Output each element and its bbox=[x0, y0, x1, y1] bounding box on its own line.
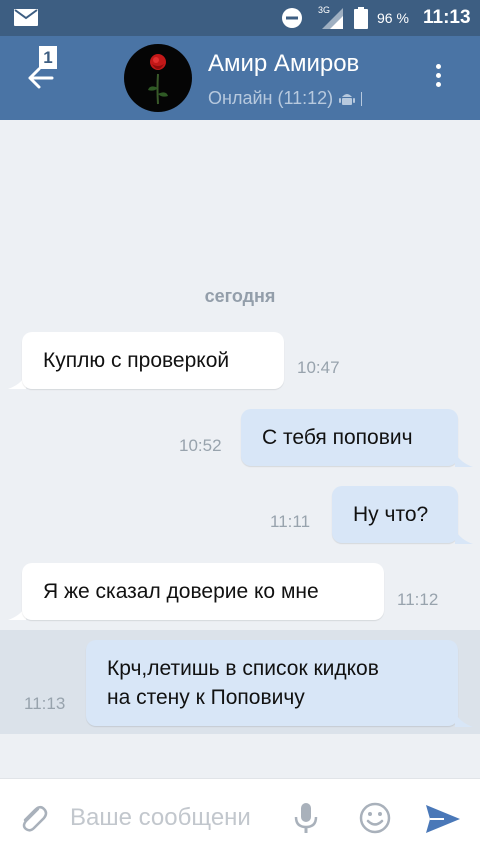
message-list[interactable]: сегодня Куплю с проверкой 10:47 10:52 С … bbox=[0, 120, 480, 778]
bubble-tail bbox=[455, 453, 473, 467]
more-vert-icon bbox=[435, 64, 441, 69]
status-bar: 3G 96 % 11:13 bbox=[0, 0, 480, 36]
message-text: Куплю с проверкой bbox=[43, 349, 230, 372]
more-menu-button[interactable] bbox=[424, 60, 452, 96]
message-bubble-outgoing[interactable]: Ну что? bbox=[332, 486, 458, 543]
contact-name[interactable]: Амир Амиров bbox=[208, 50, 359, 78]
message-time: 10:47 bbox=[297, 358, 340, 377]
chat-header: 1 Амир Амиров Онлайн (11:12) bbox=[0, 36, 480, 120]
message-time: 11:12 bbox=[397, 590, 439, 609]
message-bubble-incoming[interactable]: Куплю с проверкой bbox=[22, 332, 284, 389]
do-not-disturb-icon bbox=[282, 8, 302, 28]
mail-icon bbox=[14, 9, 38, 26]
send-icon[interactable] bbox=[424, 803, 462, 835]
svg-text:3G: 3G bbox=[318, 5, 330, 15]
battery-icon bbox=[354, 7, 368, 29]
message-bubble-incoming[interactable]: Я же сказал доверие ко мне bbox=[22, 563, 384, 620]
status-clock: 11:13 bbox=[423, 7, 471, 28]
message-text-line2: на стену к Поповичу bbox=[107, 686, 305, 709]
message-bubble-outgoing[interactable]: Крч,летишь в список кидков на стену к По… bbox=[86, 640, 458, 726]
back-button[interactable]: 1 bbox=[18, 42, 82, 112]
message-time: 10:52 bbox=[179, 436, 222, 455]
android-icon bbox=[339, 93, 356, 105]
message-text: Я же сказал доверие ко мне bbox=[43, 580, 319, 603]
bubble-tail bbox=[455, 530, 473, 544]
online-status-text: Онлайн (11:12) bbox=[208, 88, 334, 108]
battery-percent: 96 % bbox=[377, 10, 409, 26]
attach-icon[interactable] bbox=[16, 801, 50, 835]
status-divider bbox=[361, 91, 363, 106]
message-bubble-outgoing[interactable]: С тебя попович bbox=[241, 409, 458, 466]
message-text: Крч,летишь в список кидков bbox=[107, 657, 379, 680]
date-separator: сегодня bbox=[204, 286, 276, 306]
mic-icon[interactable] bbox=[292, 801, 320, 835]
emoji-icon[interactable] bbox=[358, 801, 392, 835]
contact-avatar[interactable] bbox=[124, 44, 192, 112]
message-time: 11:11 bbox=[270, 512, 311, 531]
message-input[interactable] bbox=[70, 801, 280, 835]
signal-icon: 3G bbox=[318, 5, 343, 29]
message-text: С тебя попович bbox=[262, 426, 413, 449]
message-time: 11:13 bbox=[24, 694, 66, 713]
rose-avatar bbox=[148, 54, 168, 105]
bubble-tail bbox=[455, 713, 473, 727]
contact-status: Онлайн (11:12) bbox=[208, 88, 363, 109]
back-arrow-icon bbox=[28, 67, 54, 89]
message-composer bbox=[0, 778, 480, 854]
message-text: Ну что? bbox=[353, 503, 429, 526]
